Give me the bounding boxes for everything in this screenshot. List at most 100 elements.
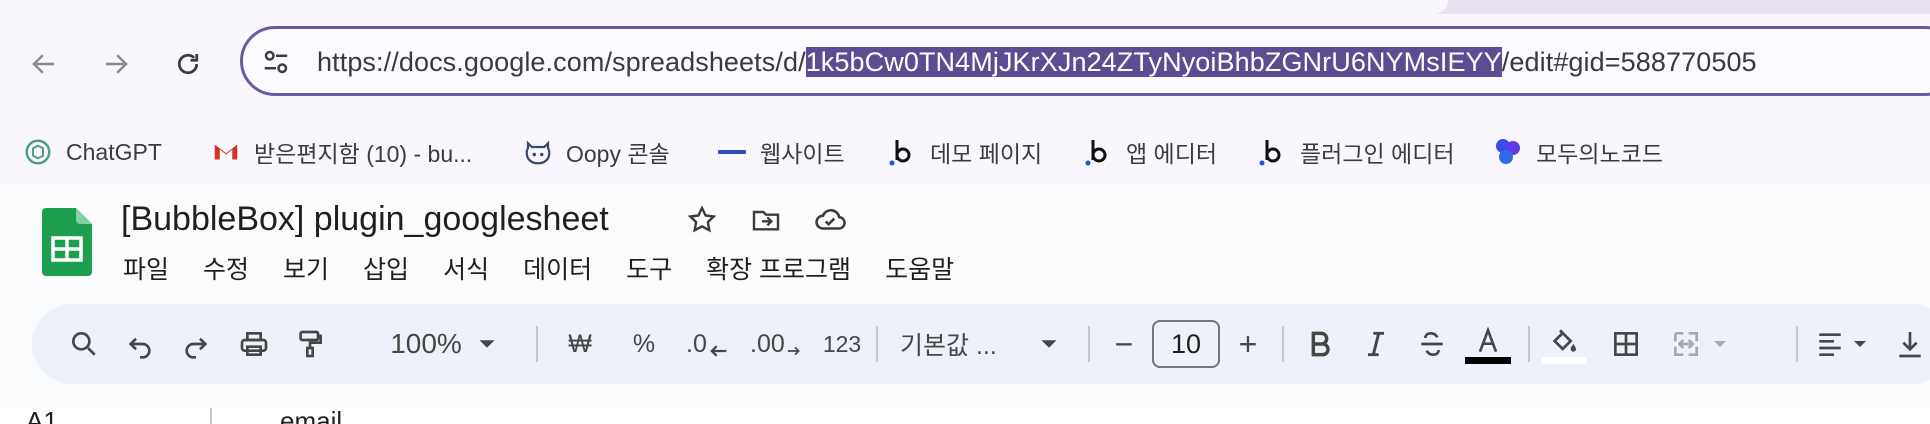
text-color-button[interactable]: [1464, 320, 1512, 368]
toolbar-divider: [1282, 326, 1284, 362]
bookmark-oopy[interactable]: Oopy 콘솔: [522, 120, 670, 184]
bookmark-website[interactable]: 웹사이트: [716, 120, 845, 184]
search-icon: [72, 332, 96, 356]
toolbar-divider: [536, 326, 538, 362]
search-menus-button[interactable]: [64, 320, 104, 368]
decrease-font-size-button[interactable]: −: [1106, 320, 1142, 368]
align-bottom-icon: [1899, 332, 1921, 358]
undo-button[interactable]: [120, 320, 160, 368]
align-left-icon: [1819, 333, 1841, 356]
strikethrough-button[interactable]: [1412, 320, 1452, 368]
redo-button[interactable]: [176, 320, 216, 368]
bookmark-label: 플러그인 에디터: [1300, 141, 1455, 167]
url-text[interactable]: https://docs.google.com/spreadsheets/d/1…: [317, 46, 1757, 78]
bold-icon: [1311, 331, 1330, 357]
cloud-status-button[interactable]: [812, 202, 848, 238]
move-button[interactable]: [748, 202, 784, 238]
fill-color-button[interactable]: [1540, 320, 1588, 368]
menu-help[interactable]: 도움말: [885, 250, 954, 290]
bookmark-label: 웹사이트: [760, 141, 845, 167]
sheets-logo-icon[interactable]: [42, 208, 92, 276]
toolbar-divider: [1528, 326, 1530, 362]
font-size-input[interactable]: 10: [1152, 320, 1220, 368]
bubble-icon: [886, 136, 918, 168]
print-button[interactable]: [234, 320, 274, 368]
active-tab[interactable]: [0, 0, 1448, 14]
zoom-dropdown[interactable]: [472, 320, 502, 368]
formula-divider: [210, 408, 212, 424]
bookmark-modu-nocode[interactable]: 모두의노코드: [1492, 120, 1663, 184]
menu-edit[interactable]: 수정: [203, 250, 249, 290]
bookmarks-bar: ChatGPT 받은편지함 (10) - bu... Oopy 콘솔 웹사이트 …: [0, 120, 1930, 184]
zoom-value[interactable]: 100%: [390, 320, 462, 368]
decrease-decimal-label: .0: [686, 329, 707, 358]
menu-extensions[interactable]: 확장 프로그램: [706, 250, 851, 290]
arrow-left-small-icon: [710, 345, 727, 357]
redo-icon: [185, 337, 208, 359]
bookmark-label: 받은편지함 (10) - bu...: [254, 141, 473, 167]
bookmark-label: 앱 에디터: [1126, 141, 1218, 167]
toolbar-divider: [1796, 326, 1798, 362]
text-color-icon: [1478, 326, 1498, 352]
bookmark-label: ChatGPT: [66, 138, 162, 165]
star-button[interactable]: [684, 202, 720, 238]
undo-icon: [128, 337, 151, 359]
menu-data[interactable]: 데이터: [523, 250, 592, 290]
bookmark-demo-page[interactable]: 데모 페이지: [886, 120, 1042, 184]
strikethrough-icon: [1421, 331, 1443, 357]
merge-cells-dropdown[interactable]: [1708, 320, 1732, 368]
caret-down-icon: [1854, 341, 1866, 347]
move-folder-icon: [752, 210, 780, 231]
document-title[interactable]: [BubbleBox] plugin_googlesheet: [121, 198, 609, 240]
menu-file[interactable]: 파일: [123, 250, 169, 290]
formula-input[interactable]: email: [280, 408, 342, 424]
horizontal-align-button[interactable]: [1810, 320, 1850, 368]
borders-button[interactable]: [1606, 320, 1646, 368]
number-format-button[interactable]: 123: [812, 320, 872, 368]
font-family-select[interactable]: 기본값 ...: [900, 320, 1020, 368]
paint-format-button[interactable]: [290, 320, 330, 368]
decrease-decimal-button[interactable]: .0: [686, 320, 730, 368]
bookmark-app-editor[interactable]: 앱 에디터: [1082, 120, 1217, 184]
cloud-done-icon: [815, 209, 846, 230]
fill-color-swatch: [1541, 356, 1587, 364]
fill-color-icon: [1552, 328, 1576, 352]
name-box[interactable]: A1: [26, 408, 58, 424]
address-bar[interactable]: https://docs.google.com/spreadsheets/d/1…: [240, 26, 1930, 96]
percent-button[interactable]: %: [622, 320, 666, 368]
vertical-align-button[interactable]: [1892, 320, 1928, 368]
increase-font-size-button[interactable]: +: [1230, 320, 1266, 368]
increase-decimal-button[interactable]: .00: [750, 320, 802, 368]
horizontal-align-dropdown[interactable]: [1848, 320, 1872, 368]
caret-down-icon: [1714, 341, 1726, 347]
merge-cells-button[interactable]: [1666, 320, 1706, 368]
sheets-app: [BubbleBox] plugin_googlesheet 파일 수정 보기 …: [0, 184, 1930, 424]
menu-bar: 파일 수정 보기 삽입 서식 데이터 도구 확장 프로그램 도움말: [123, 250, 988, 290]
reload-button[interactable]: [164, 40, 212, 88]
site-settings-icon[interactable]: [261, 47, 291, 77]
forward-button[interactable]: [92, 40, 140, 88]
bookmark-plugin-editor[interactable]: 플러그인 에디터: [1256, 120, 1455, 184]
arrow-left-icon: [32, 54, 54, 74]
url-suffix: /edit#gid=588770505: [1501, 47, 1757, 77]
italic-button[interactable]: [1356, 320, 1396, 368]
menu-format[interactable]: 서식: [443, 250, 489, 290]
menu-tools[interactable]: 도구: [626, 250, 672, 290]
caret-down-icon: [479, 340, 495, 348]
bold-button[interactable]: [1300, 320, 1340, 368]
bookmark-chatgpt[interactable]: ChatGPT: [22, 120, 162, 184]
oopy-icon: [522, 136, 554, 168]
font-family-dropdown[interactable]: [1034, 320, 1064, 368]
bookmark-gmail[interactable]: 받은편지함 (10) - bu...: [210, 120, 472, 184]
menu-insert[interactable]: 삽입: [363, 250, 409, 290]
back-button[interactable]: [20, 40, 68, 88]
formula-bar: A1 email: [0, 408, 1930, 424]
bookmark-label: Oopy 콘솔: [566, 141, 670, 167]
navigation-bar: https://docs.google.com/spreadsheets/d/1…: [0, 14, 1930, 120]
menu-view[interactable]: 보기: [283, 250, 329, 290]
caret-down-icon: [1041, 340, 1057, 348]
text-color-swatch: [1465, 356, 1511, 364]
currency-button[interactable]: ₩: [558, 320, 602, 368]
chatgpt-icon: [22, 136, 54, 168]
website-icon: [716, 136, 748, 168]
